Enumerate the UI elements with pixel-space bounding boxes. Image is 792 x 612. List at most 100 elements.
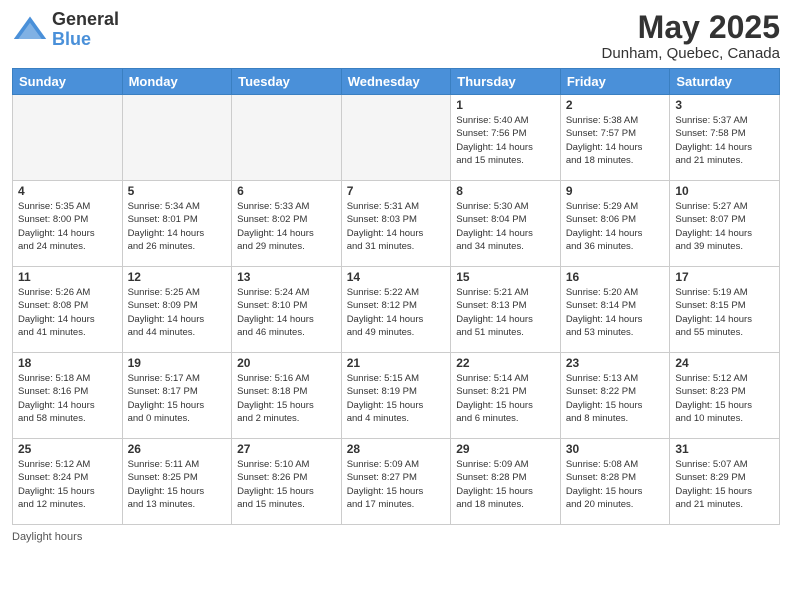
calendar-cell: 19 Sunrise: 5:17 AM Sunset: 8:17 PM Dayli…	[122, 353, 232, 439]
day-info: Sunrise: 5:09 AM Sunset: 8:27 PM Dayligh…	[347, 458, 446, 511]
calendar-cell: 28Sunrise: 5:09 AM Sunset: 8:27 PM Dayli…	[341, 439, 451, 525]
calendar-cell: 1 Sunrise: 5:40 AM Sunset: 7:56 PM Daylig…	[451, 95, 561, 181]
calendar-cell	[232, 95, 342, 181]
day-info: Sunrise: 5:07 AM Sunset: 8:29 PM Dayligh…	[675, 458, 774, 511]
calendar-header-saturday: Saturday	[670, 69, 780, 95]
calendar-week-5: 25Sunrise: 5:12 AM Sunset: 8:24 PM Dayli…	[13, 439, 780, 525]
logo-text: General Blue	[52, 10, 119, 50]
calendar-cell: 12 Sunrise: 5:25 AM Sunset: 8:09 PM Dayli…	[122, 267, 232, 353]
day-info: Sunrise: 5:17 AM Sunset: 8:17 PM Dayligh…	[128, 372, 227, 425]
day-info: Sunrise: 5:21 AM Sunset: 8:13 PM Dayligh…	[456, 286, 555, 339]
day-info: Sunrise: 5:37 AM Sunset: 7:58 PM Dayligh…	[675, 114, 774, 167]
day-info: Sunrise: 5:22 AM Sunset: 8:12 PM Dayligh…	[347, 286, 446, 339]
day-number: 3	[675, 98, 774, 112]
calendar-cell: 20 Sunrise: 5:16 AM Sunset: 8:18 PM Dayli…	[232, 353, 342, 439]
calendar-cell: 30 Sunrise: 5:08 AM Sunset: 8:28 PM Dayli…	[560, 439, 670, 525]
calendar-cell: 15 Sunrise: 5:21 AM Sunset: 8:13 PM Dayli…	[451, 267, 561, 353]
day-info: Sunrise: 5:25 AM Sunset: 8:09 PM Dayligh…	[128, 286, 227, 339]
calendar-cell: 21Sunrise: 5:15 AM Sunset: 8:19 PM Dayli…	[341, 353, 451, 439]
day-number: 9	[566, 184, 665, 198]
day-info: Sunrise: 5:38 AM Sunset: 7:57 PM Dayligh…	[566, 114, 665, 167]
day-number: 12	[128, 270, 227, 284]
day-info: Sunrise: 5:08 AM Sunset: 8:28 PM Dayligh…	[566, 458, 665, 511]
day-number: 16	[566, 270, 665, 284]
day-number: 2	[566, 98, 665, 112]
day-info: Sunrise: 5:09 AM Sunset: 8:28 PM Dayligh…	[456, 458, 555, 511]
calendar-cell	[122, 95, 232, 181]
calendar-cell: 16 Sunrise: 5:20 AM Sunset: 8:14 PM Dayli…	[560, 267, 670, 353]
logo-blue-text: Blue	[52, 30, 119, 50]
calendar-header-monday: Monday	[122, 69, 232, 95]
calendar-cell: 24Sunrise: 5:12 AM Sunset: 8:23 PM Dayli…	[670, 353, 780, 439]
day-number: 17	[675, 270, 774, 284]
calendar-cell: 23 Sunrise: 5:13 AM Sunset: 8:22 PM Dayli…	[560, 353, 670, 439]
calendar-cell: 22Sunrise: 5:14 AM Sunset: 8:21 PM Dayli…	[451, 353, 561, 439]
calendar-cell: 17Sunrise: 5:19 AM Sunset: 8:15 PM Dayli…	[670, 267, 780, 353]
day-info: Sunrise: 5:34 AM Sunset: 8:01 PM Dayligh…	[128, 200, 227, 253]
calendar-cell: 29 Sunrise: 5:09 AM Sunset: 8:28 PM Dayli…	[451, 439, 561, 525]
day-info: Sunrise: 5:13 AM Sunset: 8:22 PM Dayligh…	[566, 372, 665, 425]
day-info: Sunrise: 5:29 AM Sunset: 8:06 PM Dayligh…	[566, 200, 665, 253]
day-number: 20	[237, 356, 336, 370]
day-info: Sunrise: 5:12 AM Sunset: 8:23 PM Dayligh…	[675, 372, 774, 425]
calendar-cell: 25Sunrise: 5:12 AM Sunset: 8:24 PM Dayli…	[13, 439, 123, 525]
calendar-cell: 26 Sunrise: 5:11 AM Sunset: 8:25 PM Dayli…	[122, 439, 232, 525]
day-number: 6	[237, 184, 336, 198]
calendar-cell: 4 Sunrise: 5:35 AM Sunset: 8:00 PM Daylig…	[13, 181, 123, 267]
day-number: 27	[237, 442, 336, 456]
calendar-week-4: 18Sunrise: 5:18 AM Sunset: 8:16 PM Dayli…	[13, 353, 780, 439]
calendar-cell: 3 Sunrise: 5:37 AM Sunset: 7:58 PM Daylig…	[670, 95, 780, 181]
day-number: 11	[18, 270, 117, 284]
calendar-cell: 13Sunrise: 5:24 AM Sunset: 8:10 PM Dayli…	[232, 267, 342, 353]
day-info: Sunrise: 5:11 AM Sunset: 8:25 PM Dayligh…	[128, 458, 227, 511]
calendar-header-wednesday: Wednesday	[341, 69, 451, 95]
day-number: 14	[347, 270, 446, 284]
calendar-cell: 6Sunrise: 5:33 AM Sunset: 8:02 PM Daylig…	[232, 181, 342, 267]
calendar-cell: 11 Sunrise: 5:26 AM Sunset: 8:08 PM Dayli…	[13, 267, 123, 353]
page-container: General Blue May 2025 Dunham, Quebec, Ca…	[0, 0, 792, 551]
calendar-cell: 18Sunrise: 5:18 AM Sunset: 8:16 PM Dayli…	[13, 353, 123, 439]
calendar-cell	[13, 95, 123, 181]
subtitle: Dunham, Quebec, Canada	[602, 45, 780, 62]
day-number: 19	[128, 356, 227, 370]
day-number: 1	[456, 98, 555, 112]
day-info: Sunrise: 5:24 AM Sunset: 8:10 PM Dayligh…	[237, 286, 336, 339]
day-info: Sunrise: 5:10 AM Sunset: 8:26 PM Dayligh…	[237, 458, 336, 511]
day-number: 5	[128, 184, 227, 198]
day-number: 30	[566, 442, 665, 456]
day-info: Sunrise: 5:31 AM Sunset: 8:03 PM Dayligh…	[347, 200, 446, 253]
daylight-hours-label: Daylight hours	[12, 531, 82, 543]
day-info: Sunrise: 5:20 AM Sunset: 8:14 PM Dayligh…	[566, 286, 665, 339]
day-info: Sunrise: 5:40 AM Sunset: 7:56 PM Dayligh…	[456, 114, 555, 167]
day-info: Sunrise: 5:35 AM Sunset: 8:00 PM Dayligh…	[18, 200, 117, 253]
calendar-cell: 7Sunrise: 5:31 AM Sunset: 8:03 PM Daylig…	[341, 181, 451, 267]
main-title: May 2025	[602, 10, 780, 45]
day-info: Sunrise: 5:27 AM Sunset: 8:07 PM Dayligh…	[675, 200, 774, 253]
day-number: 26	[128, 442, 227, 456]
calendar-week-2: 4 Sunrise: 5:35 AM Sunset: 8:00 PM Daylig…	[13, 181, 780, 267]
calendar-cell: 9 Sunrise: 5:29 AM Sunset: 8:06 PM Daylig…	[560, 181, 670, 267]
day-number: 4	[18, 184, 117, 198]
day-number: 23	[566, 356, 665, 370]
header: General Blue May 2025 Dunham, Quebec, Ca…	[12, 10, 780, 62]
day-number: 15	[456, 270, 555, 284]
calendar-cell: 8Sunrise: 5:30 AM Sunset: 8:04 PM Daylig…	[451, 181, 561, 267]
calendar-header-tuesday: Tuesday	[232, 69, 342, 95]
day-number: 22	[456, 356, 555, 370]
logo: General Blue	[12, 10, 119, 50]
calendar-cell: 2 Sunrise: 5:38 AM Sunset: 7:57 PM Daylig…	[560, 95, 670, 181]
calendar-week-1: 1 Sunrise: 5:40 AM Sunset: 7:56 PM Daylig…	[13, 95, 780, 181]
day-number: 8	[456, 184, 555, 198]
day-number: 10	[675, 184, 774, 198]
calendar-header-thursday: Thursday	[451, 69, 561, 95]
footer: Daylight hours	[12, 531, 780, 543]
day-number: 29	[456, 442, 555, 456]
calendar-header-friday: Friday	[560, 69, 670, 95]
calendar-header-sunday: Sunday	[13, 69, 123, 95]
day-info: Sunrise: 5:26 AM Sunset: 8:08 PM Dayligh…	[18, 286, 117, 339]
calendar-cell: 5 Sunrise: 5:34 AM Sunset: 8:01 PM Daylig…	[122, 181, 232, 267]
calendar-cell: 27 Sunrise: 5:10 AM Sunset: 8:26 PM Dayli…	[232, 439, 342, 525]
day-info: Sunrise: 5:16 AM Sunset: 8:18 PM Dayligh…	[237, 372, 336, 425]
calendar-table: SundayMondayTuesdayWednesdayThursdayFrid…	[12, 68, 780, 525]
calendar-header-row: SundayMondayTuesdayWednesdayThursdayFrid…	[13, 69, 780, 95]
